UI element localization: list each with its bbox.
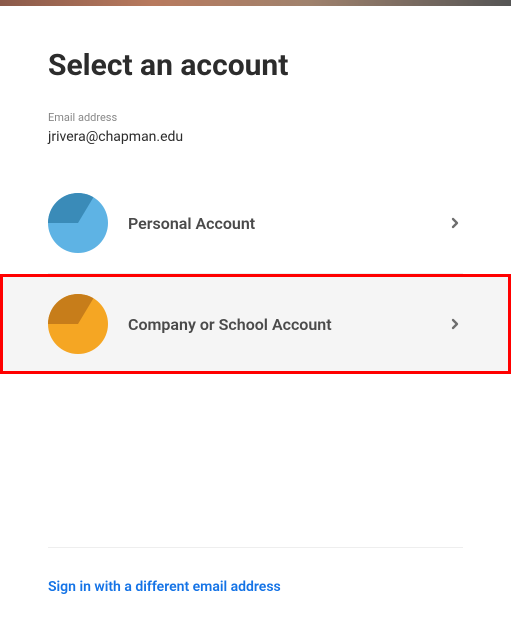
account-list: Personal Account Company or School Accou… [0, 173, 511, 374]
personal-account-icon [48, 193, 108, 253]
email-label: Email address [48, 111, 463, 124]
bottom-section: Sign in with a different email address [48, 547, 463, 595]
separator [48, 547, 463, 548]
account-option-personal[interactable]: Personal Account [0, 173, 511, 273]
account-option-company-school[interactable]: Company or School Account [0, 274, 511, 374]
different-email-link[interactable]: Sign in with a different email address [48, 579, 281, 595]
email-value: jrivera@chapman.edu [48, 129, 463, 145]
page-title: Select an account [48, 48, 463, 83]
chevron-right-icon [447, 316, 463, 332]
account-label: Personal Account [128, 214, 447, 233]
chevron-right-icon [447, 215, 463, 231]
company-school-account-icon [48, 294, 108, 354]
main-container: Select an account Email address jrivera@… [0, 6, 511, 374]
account-label: Company or School Account [128, 315, 447, 334]
